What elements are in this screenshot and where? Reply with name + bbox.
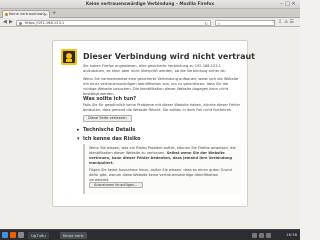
forward-button[interactable]: ▶ [9, 19, 13, 25]
search-icon: ⌕ [218, 20, 221, 26]
close-window-button[interactable]: × [291, 2, 296, 7]
minimize-button[interactable]: – [279, 2, 284, 7]
firefox-launcher-icon[interactable] [10, 232, 16, 238]
error-explanation: Wenn Sie normalerweise eine gesicherte V… [83, 77, 239, 96]
what-to-do-text: Falls Sie für gewöhnlich keine Probleme … [83, 103, 241, 112]
search-bar[interactable]: ⌕ [215, 19, 275, 26]
warning-favicon-icon [5, 13, 8, 16]
technical-details-heading[interactable]: Technische Details [83, 127, 135, 133]
add-exception-button[interactable]: Ausnahmen hinzufügen… [89, 182, 143, 188]
risk-expander-icon[interactable]: ▾ [77, 136, 80, 142]
risk-details-box: Wenn Sie wissen, was ein Risiko Problem … [83, 144, 241, 194]
what-to-do-heading: Was sollte ich tun? [83, 96, 137, 102]
tab-active[interactable]: Keine vertrauenswü… × [2, 10, 50, 18]
reload-icon[interactable]: ↻ [205, 21, 208, 26]
taskbar-item-terminal[interactable]: Ug7u6u [28, 231, 49, 239]
technical-details-expander-icon[interactable]: ▸ [77, 127, 80, 133]
tab-close-icon[interactable]: × [44, 12, 47, 17]
error-intro: Sie haben Firefox angewiesen, eine gesic… [83, 64, 226, 73]
maximize-button[interactable]: □ [285, 2, 290, 7]
risk-text-1: Wenn Sie wissen, was ein Risiko Problem … [89, 146, 239, 166]
url-bar[interactable]: https://192.168.123.1 ↻ [16, 19, 211, 26]
police-officer-warning-icon [61, 49, 77, 65]
tab-label: Keine vertrauenswü… [9, 12, 49, 16]
risk-heading[interactable]: Ich kenne das Risiko [83, 136, 141, 142]
start-menu-icon[interactable] [2, 232, 8, 238]
window-title: Keine vertrauenswürdige Verbindung – Moz… [85, 1, 215, 6]
navigation-bar: ◀ ▶ https://192.168.123.1 ↻ ⌕ ☆⇩⌂☰ [0, 18, 300, 27]
page-content: Dieser Verbindung wird nicht vertraut Si… [0, 28, 300, 229]
network-tray-icon[interactable] [252, 232, 257, 238]
battery-tray-icon[interactable] [266, 232, 271, 238]
back-button[interactable]: ◀ [3, 19, 7, 25]
site-info-icon[interactable] [19, 21, 22, 25]
url-text: https://192.168.123.1 [25, 21, 65, 25]
toolbar-icons[interactable]: ☆⇩⌂☰ [272, 19, 296, 25]
tab-strip: Keine vertrauenswü… × + [0, 9, 300, 18]
leave-page-button[interactable]: Diese Seite verlassen [83, 115, 132, 122]
taskbar-item-firefox[interactable]: Keine vertr [60, 231, 87, 239]
error-panel: Dieser Verbindung wird nicht vertraut Si… [52, 40, 255, 207]
new-tab-button[interactable]: + [52, 10, 56, 16]
files-launcher-icon[interactable] [18, 232, 24, 238]
window-titlebar: Keine vertrauenswürdige Verbindung – Moz… [0, 0, 300, 9]
error-title: Dieser Verbindung wird nicht vertraut [83, 52, 255, 61]
taskbar: Ug7u6u Keine vertr 16:36 [0, 229, 300, 240]
volume-tray-icon[interactable] [259, 232, 264, 238]
risk-text-2: Fügen Sie keine Ausnahme hinzu, außer Si… [89, 168, 232, 182]
clock[interactable]: 16:36 [286, 232, 297, 237]
menu-icon[interactable]: ☰ [290, 19, 296, 25]
